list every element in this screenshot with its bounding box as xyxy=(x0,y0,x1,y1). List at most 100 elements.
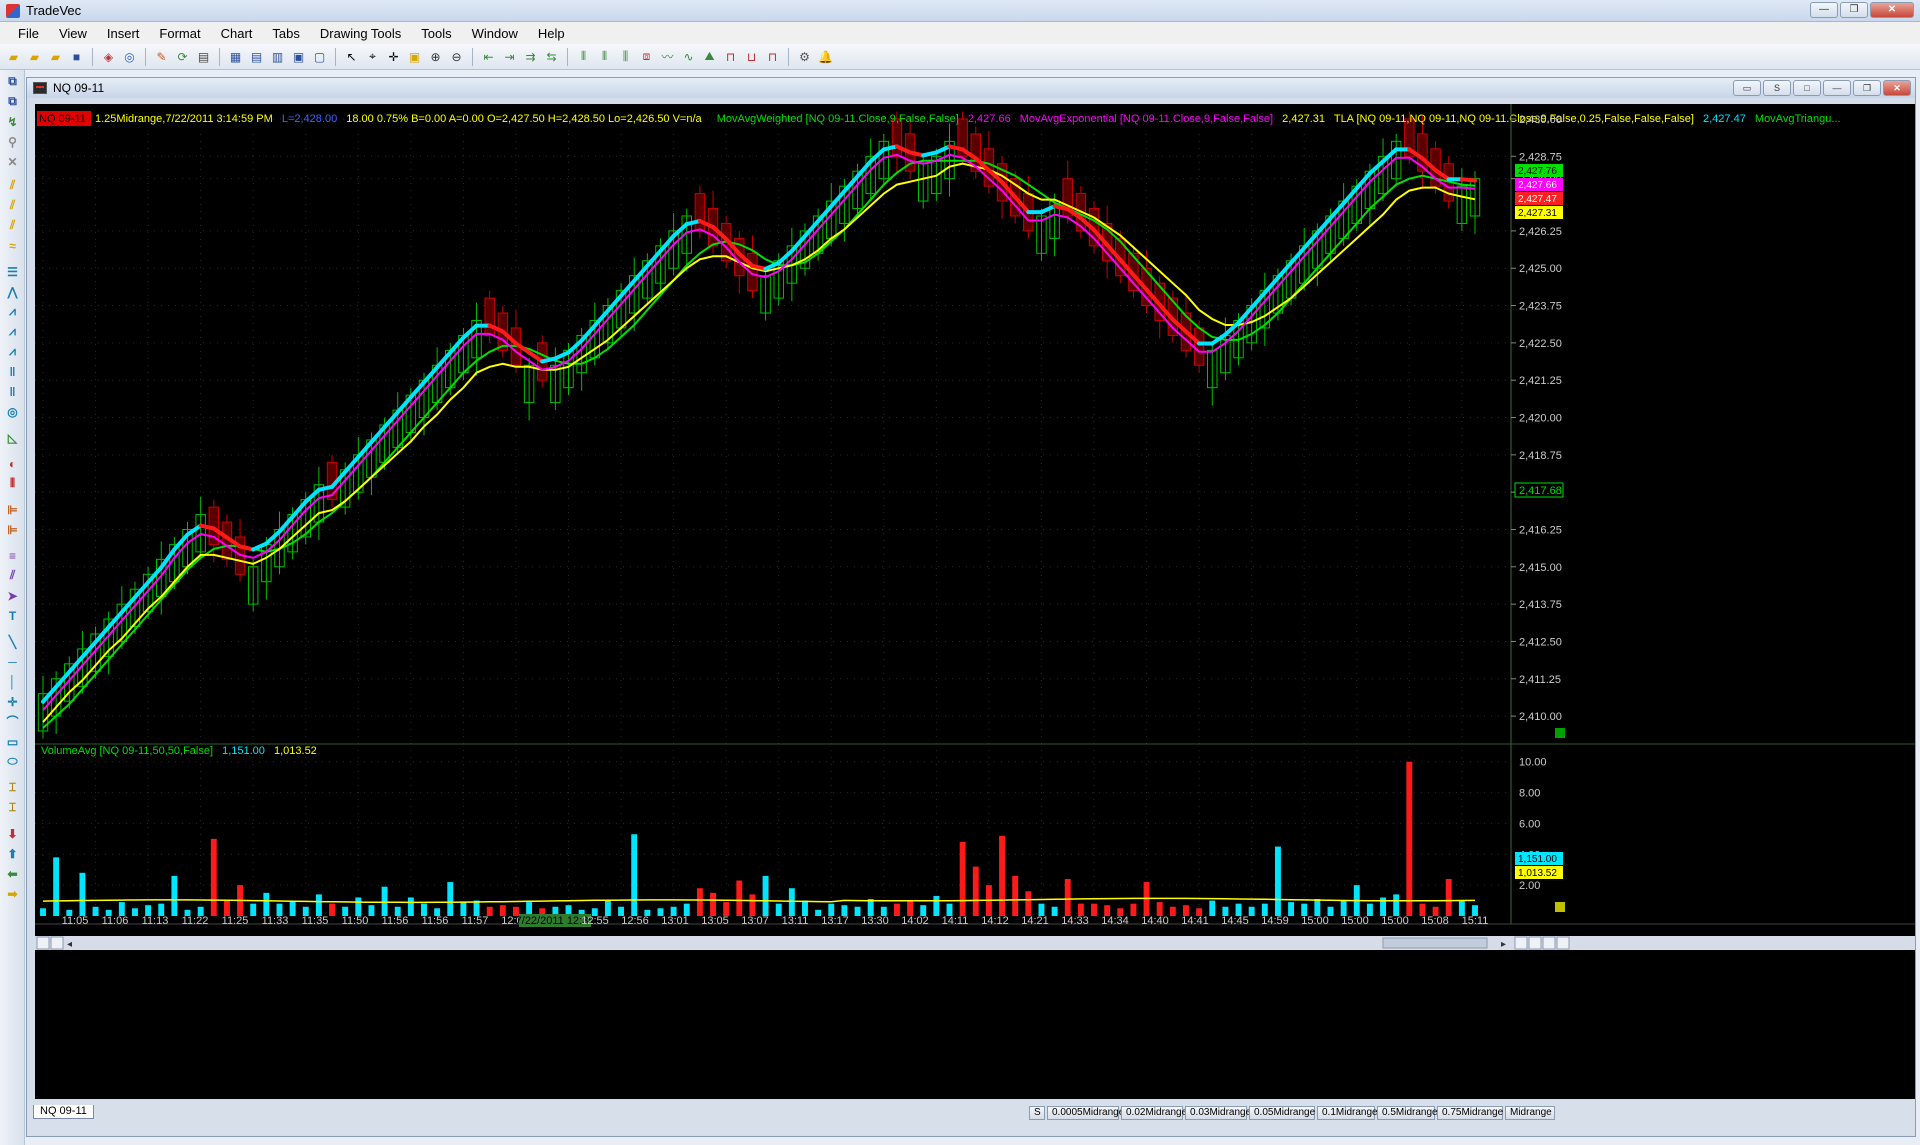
volume-bar[interactable] xyxy=(381,886,388,916)
volume-bar[interactable] xyxy=(92,906,99,916)
candle-hollow-icon[interactable]: ⧈ xyxy=(637,47,656,66)
alert-bell-icon[interactable]: 🔔 xyxy=(816,47,835,66)
menu-drawing-tools[interactable]: Drawing Tools xyxy=(310,26,411,41)
grid-icon[interactable]: ▦ xyxy=(226,47,245,66)
snap-icon[interactable]: ↯ xyxy=(3,112,22,131)
interval-tab-0-02[interactable]: 0.02Midrange xyxy=(1121,1106,1187,1120)
gann-fan-icon[interactable]: ⩘ xyxy=(3,302,22,321)
volume-bar[interactable] xyxy=(1288,902,1295,916)
volume-bar[interactable] xyxy=(315,894,322,916)
volume-bar[interactable] xyxy=(1274,846,1281,916)
volume-bar[interactable] xyxy=(1012,875,1019,916)
menu-insert[interactable]: Insert xyxy=(97,26,150,41)
interval-tab-midrange[interactable]: Midrange xyxy=(1505,1106,1555,1120)
menu-file[interactable]: File xyxy=(8,26,49,41)
list-icon[interactable]: ▥ xyxy=(268,47,287,66)
monitor-icon[interactable]: ▢ xyxy=(310,47,329,66)
cycle-lines-icon[interactable]: ‖ xyxy=(3,362,22,381)
print-icon[interactable]: ▤ xyxy=(194,47,213,66)
volume-bar[interactable] xyxy=(1340,900,1347,916)
pitchfork-icon[interactable]: ⋀ xyxy=(3,282,22,301)
magnet-icon[interactable]: ⚲ xyxy=(3,132,22,151)
menu-tools[interactable]: Tools xyxy=(411,26,461,41)
data-box-icon[interactable]: ▣ xyxy=(405,47,424,66)
volume-bar[interactable] xyxy=(118,902,125,916)
volume-bar[interactable] xyxy=(1393,894,1400,916)
volume-bar[interactable] xyxy=(710,892,716,916)
scroll-right-arrow-icon[interactable]: ▸ xyxy=(1501,939,1506,950)
fib-fan-icon[interactable]: ⫽ xyxy=(3,216,22,235)
text-tool-icon[interactable]: T xyxy=(3,606,22,625)
chart-restore-button[interactable]: ❐ xyxy=(1853,80,1881,96)
speed-lines-icon[interactable]: ⩘ xyxy=(3,322,22,341)
window-icon[interactable]: ▣ xyxy=(289,47,308,66)
chart-canvas[interactable]: NQ 09-11 1.25Midrange,7/22/2011 3:14:59 … xyxy=(35,104,1915,1099)
crosshair-line-icon[interactable]: ✛ xyxy=(3,692,22,711)
volume-bar[interactable] xyxy=(1130,903,1137,916)
volume-bar[interactable] xyxy=(1209,900,1216,916)
scroll-first-button[interactable] xyxy=(36,936,50,950)
zoom-in-icon[interactable]: ⊕ xyxy=(426,47,445,66)
save-icon[interactable]: ■ xyxy=(67,47,86,66)
select-tool-icon[interactable]: ⧉ xyxy=(3,72,22,91)
volume-bar[interactable] xyxy=(263,892,270,916)
scroll-left-icon[interactable]: ⇤ xyxy=(479,47,498,66)
interval-tab-0-0005[interactable]: 0.0005Midrange xyxy=(1047,1106,1124,1120)
properties-icon[interactable]: ✎ xyxy=(152,47,171,66)
refresh-icon[interactable]: ⟳ xyxy=(173,47,192,66)
spiral-icon[interactable]: ◎ xyxy=(3,402,22,421)
volume-bar[interactable] xyxy=(604,900,611,916)
volume-bar[interactable] xyxy=(1091,903,1097,916)
open-folder-icon[interactable]: ▰ xyxy=(4,47,23,66)
cursor-icon[interactable]: ⌖ xyxy=(363,47,382,66)
chart-close-button[interactable]: ✕ xyxy=(1883,80,1911,96)
menu-tabs[interactable]: Tabs xyxy=(262,26,309,41)
fib-arc-icon[interactable]: ≈ xyxy=(3,236,22,255)
delete-drawing-icon[interactable]: ✕ xyxy=(3,152,22,171)
sell-level-icon[interactable]: ⊫ xyxy=(3,520,22,539)
trend-angle-icon[interactable]: ◺ xyxy=(3,428,22,447)
chart-sync-button[interactable]: S xyxy=(1763,80,1791,96)
zoom-plus-button[interactable] xyxy=(1542,936,1556,950)
candle-down[interactable] xyxy=(1193,327,1205,366)
scroll-left-arrow-icon[interactable]: ◂ xyxy=(67,939,72,950)
volume-bar[interactable] xyxy=(329,903,335,916)
volume-bar[interactable] xyxy=(223,900,230,916)
volume-bar[interactable] xyxy=(893,903,900,916)
volume-bar[interactable] xyxy=(250,903,257,916)
volume-bar[interactable] xyxy=(815,909,822,916)
candlestick-icon[interactable]: ⫼ xyxy=(616,47,635,66)
interval-tab-0-05[interactable]: 0.05Midrange xyxy=(1249,1106,1315,1120)
volume-bar[interactable] xyxy=(289,900,296,916)
zoom-out-icon[interactable]: ⊖ xyxy=(447,47,466,66)
volume-bar[interactable] xyxy=(907,900,914,916)
volume-bar[interactable] xyxy=(802,900,808,916)
diagonal-icon[interactable]: ⫽ xyxy=(3,566,22,585)
volume-bar[interactable] xyxy=(749,894,756,916)
chart-tab-nq[interactable]: NQ 09-11 xyxy=(33,1105,94,1119)
volume-bar[interactable] xyxy=(1406,761,1413,916)
volume-bar[interactable] xyxy=(723,902,730,916)
chart-float-button[interactable]: □ xyxy=(1793,80,1821,96)
minimize-button[interactable]: — xyxy=(1810,2,1838,18)
menu-chart[interactable]: Chart xyxy=(211,26,263,41)
volume-bar[interactable] xyxy=(473,900,480,916)
volume-bar[interactable] xyxy=(1445,878,1452,916)
scroll-end-icon[interactable]: ⇉ xyxy=(521,47,540,66)
vertical-line-icon[interactable]: │ xyxy=(3,672,22,691)
pointer-icon[interactable]: ↖ xyxy=(342,47,361,66)
scroll-last-button[interactable] xyxy=(1528,936,1542,950)
volume-bar[interactable] xyxy=(132,908,138,916)
multi-select-icon[interactable]: ⧉ xyxy=(3,92,22,111)
volume-bar[interactable] xyxy=(959,841,966,916)
scroll-right-icon[interactable]: ⇥ xyxy=(500,47,519,66)
arrow-down-icon[interactable]: ⬇ xyxy=(3,824,22,843)
volume-bar[interactable] xyxy=(1156,902,1163,916)
volume-bar[interactable] xyxy=(1314,899,1321,916)
link-icon[interactable]: ◎ xyxy=(120,47,139,66)
volume-bar[interactable] xyxy=(1169,906,1176,916)
interval-tab-0-1[interactable]: 0.1Midrange xyxy=(1317,1106,1378,1120)
line-tool-icon[interactable]: ╲ xyxy=(3,632,22,651)
volume-bar[interactable] xyxy=(407,897,414,916)
renko-icon[interactable]: ⊔ xyxy=(742,47,761,66)
